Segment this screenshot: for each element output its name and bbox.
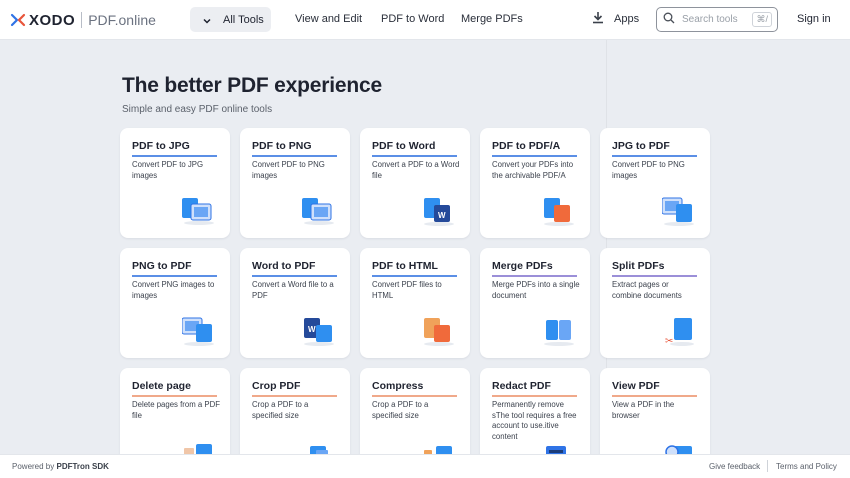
tool-card-underline [492, 275, 577, 277]
tool-card-underline [372, 275, 457, 277]
tool-card-description: Convert a Word file to a PDF [252, 280, 334, 300]
tool-card-title: PDF to PNG [252, 140, 312, 152]
search-placeholder: Search tools [682, 14, 738, 25]
apps-button[interactable]: Apps [592, 11, 639, 27]
logo-divider [81, 12, 83, 28]
tool-card-description: Crop a PDF to a specified size [252, 400, 309, 420]
top-navbar: XODO PDF.online All Tools View and Edit … [0, 0, 850, 40]
tool-card[interactable]: Merge PDFs Merge PDFs into a single docum… [480, 248, 590, 358]
tool-card-title: Delete page [132, 380, 191, 392]
tool-card[interactable]: Split PDFs Extract pages or combine docum… [600, 248, 710, 358]
nav-link-view-edit[interactable]: View and Edit [295, 13, 362, 25]
page-title: The better PDF experience [122, 74, 382, 97]
footer: Powered by PDFTron SDK Give feedback Ter… [0, 454, 850, 478]
tool-card-description: Extract pages or combine documents [612, 280, 682, 300]
tool-card-underline [372, 395, 457, 397]
terms-link[interactable]: Terms and Policy [776, 462, 837, 471]
xodo-logo-icon [10, 12, 26, 28]
tool-card-title: Crop PDF [252, 380, 301, 392]
tool-card-description: Convert PDF to PNG images [252, 160, 325, 180]
tool-card-description: Convert PDF to JPG images [132, 160, 204, 180]
nav-link-merge-pdfs[interactable]: Merge PDFs [461, 13, 523, 25]
tool-card-description: Delete pages from a PDF file [132, 400, 220, 420]
logo-product: PDF.online [88, 12, 156, 28]
search-input[interactable]: Search tools ⌘/ [656, 7, 778, 32]
tool-card-description: Convert PDF files to HTML [372, 280, 442, 300]
page-subtitle: Simple and easy PDF online tools [122, 104, 273, 115]
pdf-to-html-icon [422, 314, 456, 346]
tool-card[interactable]: PDF to HTML Convert PDF files to HTML [360, 248, 470, 358]
tool-card-title: Merge PDFs [492, 260, 553, 272]
tool-card[interactable]: PNG to PDF Convert PNG images to images [120, 248, 230, 358]
tool-card-title: PDF to PDF/A [492, 140, 561, 152]
download-icon [592, 11, 614, 27]
tool-card-underline [612, 395, 697, 397]
tool-card[interactable]: PDF to JPG Convert PDF to JPG images [120, 128, 230, 238]
tool-card-underline [372, 155, 457, 157]
tool-card-description: Crop a PDF to a specified size [372, 400, 429, 420]
tool-card-title: PNG to PDF [132, 260, 192, 272]
tool-card[interactable]: JPG to PDF Convert PDF to PNG images [600, 128, 710, 238]
tool-card-underline [132, 275, 217, 277]
all-tools-label: All Tools [223, 13, 264, 26]
pdf-to-pdfa-icon [542, 194, 576, 226]
tool-card-description: Convert a PDF to a Word file [372, 160, 460, 180]
tool-card-title: Word to PDF [252, 260, 316, 272]
tool-card-description: Convert PNG images to images [132, 280, 215, 300]
image-to-pdf-icon [661, 194, 696, 226]
tool-card-description: Convert your PDFs into the archivable PD… [492, 160, 574, 180]
tool-card-title: Compress [372, 380, 424, 392]
svg-text:W: W [438, 211, 446, 220]
all-tools-button[interactable]: All Tools [190, 7, 271, 32]
tool-card-title: View PDF [612, 380, 660, 392]
powered-prefix: Powered by [12, 462, 55, 471]
nav-link-pdf-to-word[interactable]: PDF to Word [381, 13, 444, 25]
tool-card-description: View a PDF in the browser [612, 400, 675, 420]
search-icon [663, 12, 675, 27]
logo-wordmark: XODO [29, 11, 76, 29]
apps-label: Apps [614, 13, 640, 25]
tool-card-underline [492, 155, 577, 157]
chevron-down-icon [203, 16, 211, 24]
tool-card-underline [492, 395, 577, 397]
svg-text:W: W [308, 325, 316, 334]
tool-card-underline [612, 155, 697, 157]
word-to-pdf-icon: W [302, 314, 336, 346]
tool-card-description: Merge PDFs into a single document [492, 280, 580, 300]
give-feedback-link[interactable]: Give feedback [709, 462, 760, 471]
tool-card[interactable]: PDF to PNG Convert PDF to PNG images [240, 128, 350, 238]
tool-card-underline [252, 155, 337, 157]
tool-card-title: Redact PDF [492, 380, 551, 392]
tool-card-underline [132, 155, 217, 157]
tool-card-underline [132, 395, 217, 397]
tool-card-title: Split PDFs [612, 260, 665, 272]
tool-card[interactable]: Word to PDF Convert a Word file to a PDF W [240, 248, 350, 358]
sign-in-link[interactable]: Sign in [797, 13, 831, 25]
footer-divider [767, 460, 768, 472]
tool-card-underline [252, 395, 337, 397]
pdf-to-word-icon: W [422, 194, 456, 226]
powered-by: Powered by PDFTron SDK [12, 462, 109, 471]
tool-card-title: PDF to HTML [372, 260, 438, 272]
tool-card[interactable]: PDF to Word Convert a PDF to a Word file W [360, 128, 470, 238]
logo[interactable]: XODO PDF.online [10, 11, 156, 29]
tool-card[interactable]: PDF to PDF/A Convert your PDFs into the a… [480, 128, 590, 238]
tool-card-title: JPG to PDF [612, 140, 670, 152]
tool-card-title: PDF to JPG [132, 140, 190, 152]
pdf-to-image-icon [302, 194, 336, 226]
tool-card-description: Convert PDF to PNG images [612, 160, 685, 180]
split-icon: ✂ [662, 314, 696, 347]
tool-card-title: PDF to Word [372, 140, 436, 152]
tool-card-underline [612, 275, 697, 277]
pdf-to-image-icon [182, 194, 216, 226]
powered-brand[interactable]: PDFTron SDK [56, 462, 108, 471]
merge-icon [542, 314, 576, 346]
image-to-pdf-icon [181, 314, 216, 346]
search-shortcut: ⌘/ [752, 12, 772, 27]
tool-card-underline [252, 275, 337, 277]
